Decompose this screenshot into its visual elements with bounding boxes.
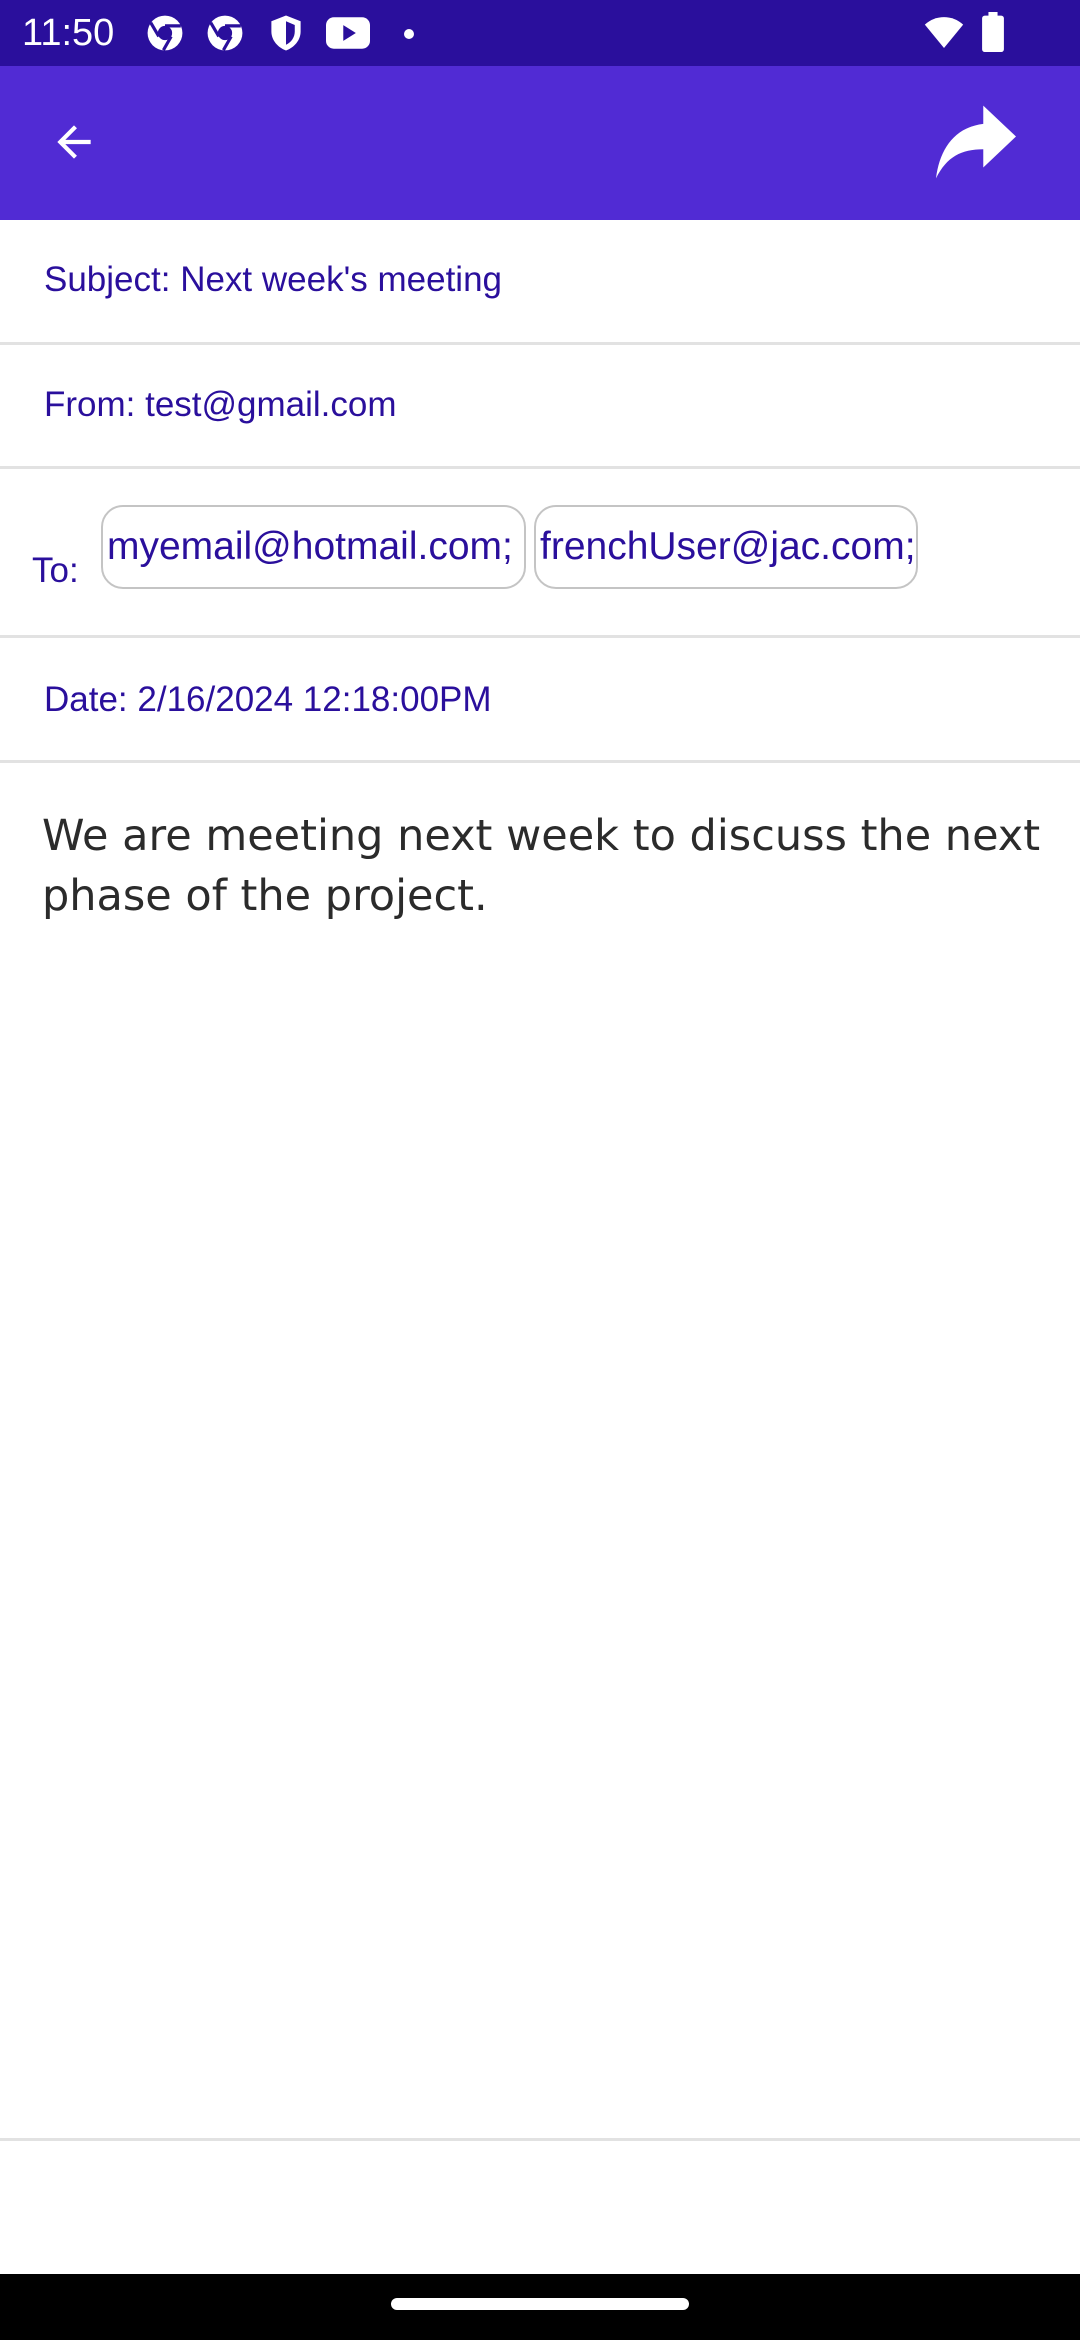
from-text: From: test@gmail.com bbox=[44, 385, 397, 424]
home-gesture-handle[interactable] bbox=[391, 2298, 689, 2310]
subject-row: Subject: Next week's meeting bbox=[0, 220, 1080, 345]
battery-icon bbox=[982, 12, 1004, 57]
date-text: Date: 2/16/2024 12:18:00PM bbox=[44, 680, 492, 719]
chrome-icon bbox=[206, 14, 244, 57]
email-body: We are meeting next week to discuss the … bbox=[42, 811, 1041, 921]
app-bar bbox=[0, 66, 1080, 220]
youtube-icon bbox=[326, 16, 370, 55]
subject-text: Subject: Next week's meeting bbox=[44, 260, 503, 299]
wifi-icon bbox=[924, 16, 964, 55]
to-row: To: myemail@hotmail.com; frenchUser@jac.… bbox=[0, 469, 1080, 638]
divider bbox=[0, 2138, 1080, 2141]
date-row: Date: 2/16/2024 12:18:00PM bbox=[0, 638, 1080, 763]
back-button[interactable] bbox=[34, 104, 114, 184]
arrow-left-icon bbox=[49, 117, 99, 172]
forward-arrow-icon bbox=[932, 102, 1020, 187]
recipient-chip[interactable]: frenchUser@jac.com; bbox=[534, 505, 918, 589]
chrome-icon bbox=[146, 14, 184, 57]
navigation-bar bbox=[0, 2274, 1080, 2340]
status-bar: 11:50 bbox=[0, 0, 1080, 66]
shield-icon bbox=[268, 14, 304, 57]
recipient-chip[interactable]: myemail@hotmail.com; bbox=[101, 505, 526, 589]
forward-button[interactable] bbox=[924, 96, 1028, 192]
notification-dot-icon bbox=[403, 27, 415, 45]
status-time: 11:50 bbox=[22, 12, 115, 54]
to-label: To: bbox=[32, 551, 79, 590]
from-row: From: test@gmail.com bbox=[0, 345, 1080, 469]
